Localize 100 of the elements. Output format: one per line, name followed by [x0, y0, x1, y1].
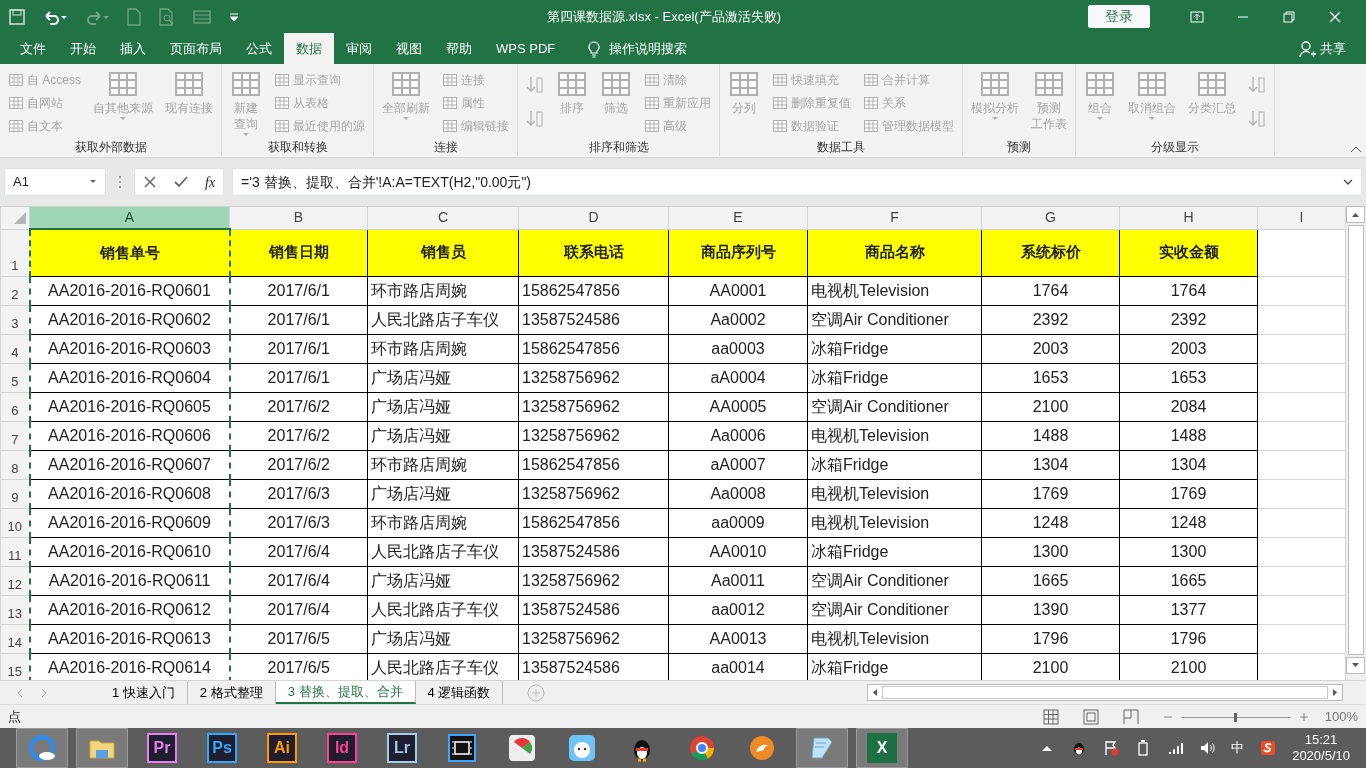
table-icon	[8, 117, 24, 134]
table-cell: 2017/6/2	[229, 450, 368, 479]
taskbar-app-button[interactable]: Pr	[136, 728, 188, 768]
vertical-scrollbar[interactable]	[1346, 206, 1366, 680]
row-header[interactable]: 8	[0, 450, 30, 479]
table-cell: 13258756962	[518, 624, 669, 653]
table-cell: 2017/6/1	[229, 305, 368, 334]
row-header[interactable]: 12	[0, 566, 30, 595]
row-header[interactable]: 4	[0, 334, 30, 363]
taskbar-app-button[interactable]: Ai	[256, 728, 308, 768]
signal-icon[interactable]	[1167, 740, 1184, 756]
ribbon-tab[interactable]: 审阅	[334, 33, 384, 64]
table-cell: 2017/6/2	[229, 392, 368, 421]
horizontal-scrollbar[interactable]	[867, 684, 1343, 701]
taskbar-app-button[interactable]: Ps	[196, 728, 248, 768]
row-header[interactable]: 3	[0, 305, 30, 334]
table-icon	[8, 71, 24, 88]
row-header[interactable]: 15	[0, 653, 30, 680]
customize-caret-icon[interactable]	[228, 10, 240, 23]
table-cell: 电视机Television	[807, 421, 982, 450]
table-cell: 空调Air Conditioner	[807, 392, 982, 421]
enter-icon[interactable]	[173, 175, 189, 189]
table-cell: 电视机Television	[807, 479, 982, 508]
row-header[interactable]: 5	[0, 363, 30, 392]
row-header[interactable]: 1	[0, 229, 30, 276]
table-icon	[772, 71, 788, 88]
zoom-in-icon[interactable]	[1298, 711, 1309, 722]
share-button[interactable]: 共享	[1286, 33, 1358, 64]
ribbon-tab[interactable]: 文件	[8, 33, 58, 64]
column-header[interactable]: E	[668, 206, 808, 229]
normal-view-icon[interactable]	[1042, 708, 1059, 725]
page-layout-icon[interactable]	[1082, 708, 1099, 725]
taskbar-app-button[interactable]: Lr	[376, 728, 428, 768]
taskbar-clock[interactable]: 15:21 2020/5/10	[1292, 731, 1350, 765]
row-header[interactable]: 14	[0, 624, 30, 653]
row-header[interactable]: 10	[0, 508, 30, 537]
sheet-tab[interactable]: 3 替换、提取、合并	[275, 681, 416, 704]
zoom-level[interactable]: 100%	[1324, 706, 1358, 727]
column-header[interactable]: F	[807, 206, 982, 229]
scroll-up-icon[interactable]	[1346, 206, 1365, 223]
column-header[interactable]: A	[29, 206, 230, 229]
ribbon-tab[interactable]: 帮助	[434, 33, 484, 64]
lightbulb-icon	[587, 39, 602, 58]
ribbon-tab[interactable]: 视图	[384, 33, 434, 64]
ribbon-tab[interactable]: 公式	[234, 33, 284, 64]
table-cell: 1653	[981, 363, 1120, 392]
group-label: 排序和筛选	[587, 139, 650, 156]
table-cell: AA2016-2016-RQ0612	[29, 595, 230, 624]
insert-function-button[interactable]: fx	[205, 171, 216, 193]
ribbon-tab[interactable]: 页面布局	[158, 33, 234, 64]
table-cell: 2100	[981, 392, 1120, 421]
page-break-icon[interactable]	[1122, 708, 1139, 725]
ribbon-tab[interactable]: 开始	[58, 33, 108, 64]
table-cell: 2003	[981, 334, 1120, 363]
taskbar-app-button[interactable]: X	[856, 728, 908, 768]
table-cell: AA2016-2016-RQ0613	[29, 624, 230, 653]
column-header[interactable]: H	[1119, 206, 1258, 229]
table-cell: Aa0008	[668, 479, 808, 508]
scroll-down-icon[interactable]	[1346, 657, 1365, 674]
window-title: 第四课数据源.xlsx - Excel(产品激活失败)	[546, 7, 782, 26]
table-cell: AA0005	[668, 392, 808, 421]
table-cell: 2392	[981, 305, 1120, 334]
table-cell: AA0001	[668, 276, 808, 305]
ribbon-tab[interactable]: 数据	[284, 33, 334, 64]
save-icon[interactable]	[8, 7, 26, 26]
table-icon	[644, 94, 660, 111]
row-header[interactable]: 13	[0, 595, 30, 624]
speaker-icon[interactable]	[1199, 740, 1216, 756]
expand-caret-icon[interactable]	[1343, 178, 1353, 186]
tell-me-search[interactable]: 操作说明搜索	[575, 33, 700, 64]
input-method-indicator[interactable]: 中	[1231, 738, 1245, 758]
sogou-icon[interactable]	[1260, 740, 1277, 756]
row-header[interactable]: 6	[0, 392, 30, 421]
table-cell: 人民北路店子车仪	[367, 305, 519, 334]
row-header[interactable]: 7	[0, 421, 30, 450]
table-cell: 2017/6/1	[229, 334, 368, 363]
table-cell: 商品序列号	[668, 229, 808, 276]
column-header[interactable]: D	[518, 206, 669, 229]
table-cell: AA2016-2016-RQ0601	[29, 276, 230, 305]
name-box[interactable]: A1	[4, 168, 106, 196]
formula-field[interactable]: ='3 替换、提取、合并'!A:A=TEXT(H2,"0.00元")	[232, 168, 1362, 196]
table-cell: 15862547856	[518, 508, 669, 537]
column-header[interactable]: B	[229, 206, 368, 229]
flag-icon[interactable]	[1103, 740, 1120, 756]
login-button[interactable]: 登录	[1088, 5, 1150, 28]
taskbar-app-button[interactable]: Id	[316, 728, 368, 768]
caret-icon	[89, 179, 97, 185]
row-header[interactable]: 9	[0, 479, 30, 508]
column-header[interactable]: G	[981, 206, 1120, 229]
collapse-ribbon-icon[interactable]	[1350, 145, 1362, 153]
table-icon	[644, 117, 660, 134]
column-header[interactable]: C	[367, 206, 519, 229]
row-header[interactable]: 2	[0, 276, 30, 305]
table-cell: 冰箱Fridge	[807, 363, 982, 392]
zoom-slider-thumb[interactable]	[1234, 712, 1238, 722]
row-header[interactable]: 11	[0, 537, 30, 566]
ribbon-tab[interactable]: 插入	[108, 33, 158, 64]
cancel-icon[interactable]	[143, 175, 157, 189]
column-header[interactable]: I	[1257, 206, 1346, 229]
ribbon-tab[interactable]: WPS PDF	[484, 33, 568, 64]
